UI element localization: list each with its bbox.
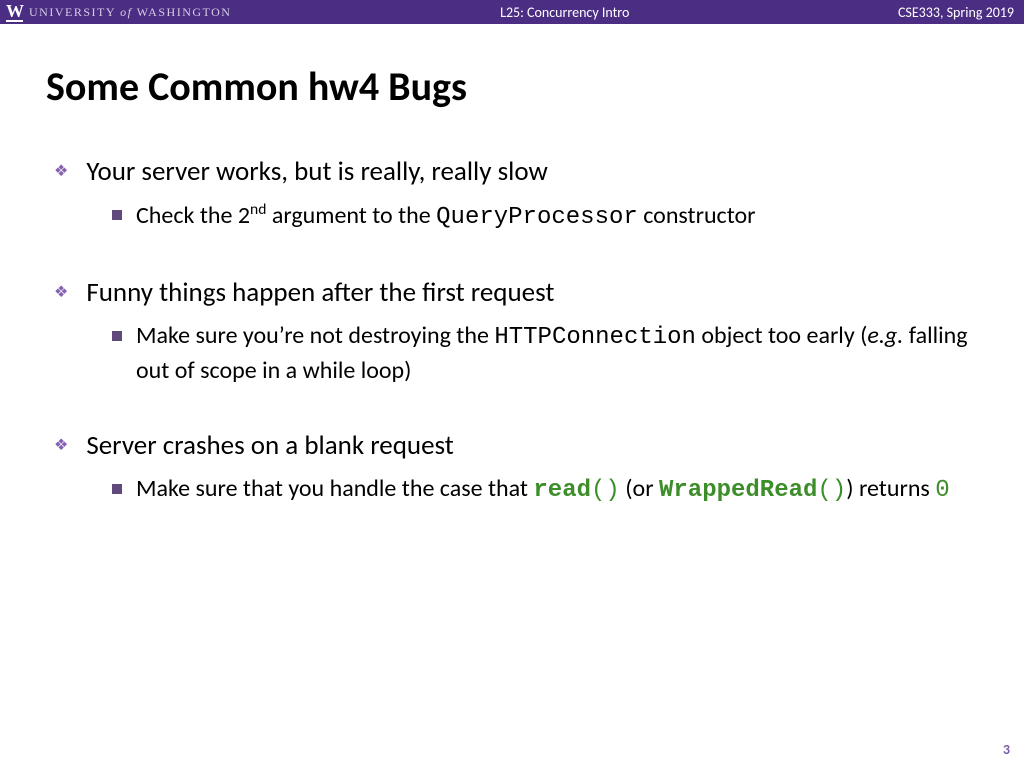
- text-fragment: ) returns: [846, 474, 935, 503]
- uw-logo-icon: W: [6, 2, 23, 22]
- diamond-bullet-icon: ❖: [54, 276, 68, 310]
- code-fragment: (): [591, 477, 620, 504]
- sub-text: Make sure that you handle the case that …: [136, 473, 950, 507]
- sub-text: Check the 2nd argument to the QueryProce…: [136, 199, 756, 234]
- page-title: Some Common hw4 Bugs: [46, 62, 1024, 111]
- code-fragment: WrappedRead: [659, 477, 817, 504]
- slide-content: ❖ Your server works, but is really, real…: [46, 155, 978, 508]
- header-left: W UNIVERSITY of WASHINGTON: [6, 2, 231, 22]
- text-fragment: Check the 2: [136, 201, 250, 230]
- text-fragment: object too early (: [696, 321, 867, 350]
- bullet-text: Your server works, but is really, really…: [86, 155, 547, 189]
- list-item: ❖ Your server works, but is really, real…: [46, 155, 978, 234]
- text-fragment: Make sure that you handle the case that: [136, 474, 533, 503]
- list-item: ❖ Server crashes on a blank request Make…: [46, 429, 978, 507]
- text-fragment: constructor: [638, 201, 756, 230]
- bullet-list: ❖ Your server works, but is really, real…: [46, 155, 978, 508]
- sub-list-item: Check the 2nd argument to the QueryProce…: [112, 199, 978, 234]
- sub-list: Make sure that you handle the case that …: [112, 473, 978, 507]
- square-bullet-icon: [112, 210, 122, 220]
- text-fragment: argument to the: [266, 201, 436, 230]
- text-fragment: Make sure you’re not destroying the: [136, 321, 494, 350]
- sub-list-item: Make sure you’re not destroying the HTTP…: [112, 320, 978, 387]
- code-fragment: HTTPConnection: [494, 324, 696, 351]
- lecture-title: L25: Concurrency Intro: [231, 4, 897, 21]
- sub-list-item: Make sure that you handle the case that …: [112, 473, 978, 507]
- sub-list: Check the 2nd argument to the QueryProce…: [112, 199, 978, 234]
- code-fragment: 0: [935, 477, 949, 504]
- bullet-text: Server crashes on a blank request: [86, 429, 453, 463]
- course-term: CSE333, Spring 2019: [898, 4, 1018, 21]
- code-fragment: read: [533, 477, 591, 504]
- superscript: nd: [250, 200, 266, 219]
- univ-post: WASHINGTON: [132, 5, 231, 19]
- university-name: UNIVERSITY of WASHINGTON: [29, 5, 231, 20]
- diamond-bullet-icon: ❖: [54, 429, 68, 463]
- bullet-text: Funny things happen after the first requ…: [86, 276, 554, 310]
- code-fragment: (): [817, 477, 846, 504]
- diamond-bullet-icon: ❖: [54, 155, 68, 189]
- list-item: ❖ Funny things happen after the first re…: [46, 276, 978, 387]
- square-bullet-icon: [112, 484, 122, 494]
- code-fragment: QueryProcessor: [436, 204, 638, 231]
- sub-text: Make sure you’re not destroying the HTTP…: [136, 320, 978, 387]
- page-number: 3: [1003, 741, 1010, 758]
- sub-list: Make sure you’re not destroying the HTTP…: [112, 320, 978, 387]
- slide-header: W UNIVERSITY of WASHINGTON L25: Concurre…: [0, 0, 1024, 24]
- square-bullet-icon: [112, 331, 122, 341]
- italic-fragment: e.g.: [867, 321, 903, 350]
- univ-pre: UNIVERSITY: [29, 5, 120, 19]
- text-fragment: (or: [620, 474, 659, 503]
- univ-of: of: [120, 5, 132, 19]
